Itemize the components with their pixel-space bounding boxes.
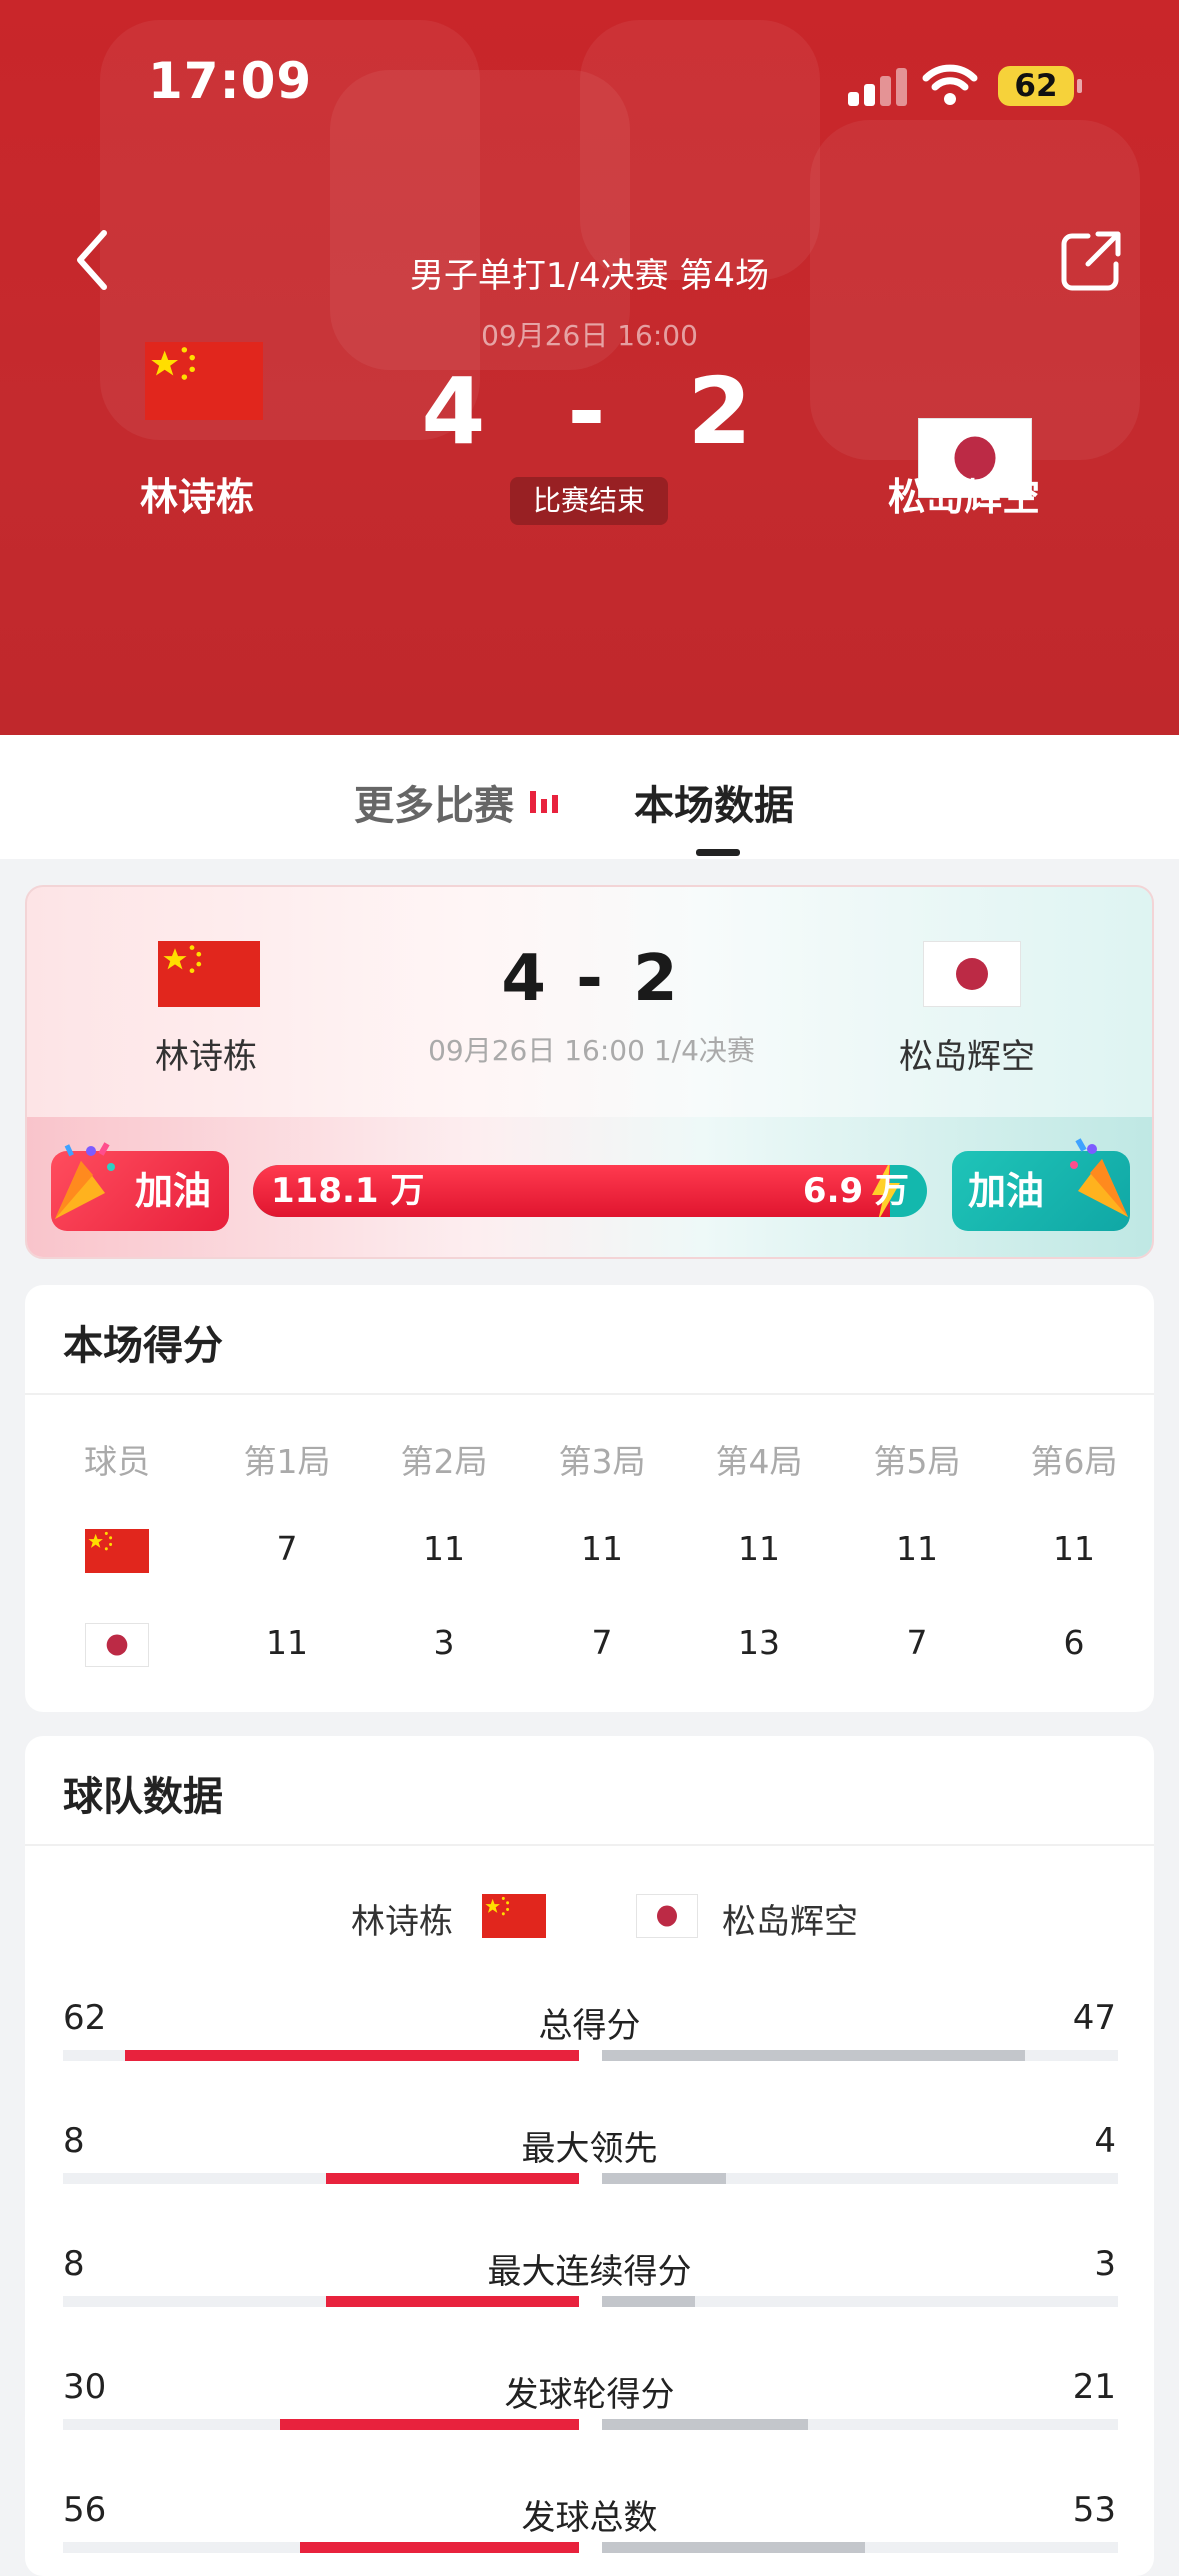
table-header: 第3局 [558,1442,646,1481]
match-header: 17:09 62 男子单打1/4决赛 第4场 09月26日 16:00 4 - … [0,0,1179,735]
stat-left-fill [300,2542,579,2553]
stat-right-fill [602,2050,1026,2061]
stat-left-track [63,2419,579,2430]
wifi-icon [922,64,978,105]
stat-left-track [63,2542,579,2553]
match-summary-card: 林诗栋 松岛辉空 4 - 2 09月26日 16:00 1/4决赛 加油 118… [25,885,1154,1259]
cheer-left-label: 加油 [135,1169,212,1213]
table-header: 第4局 [715,1442,803,1481]
stat-row: 30 发球轮得分 21 [25,2367,1154,2457]
stat-left-track [63,2173,579,2184]
stat-row: 56 发球总数 53 [25,2490,1154,2576]
stat-label: 最大领先 [521,2129,658,2169]
table-header: 第1局 [243,1442,331,1481]
stat-row: 62 总得分 47 [25,1998,1154,2088]
divider [25,1844,1154,1846]
cheer-right-label: 加油 [968,1169,1045,1213]
score-right: 2 [687,358,758,465]
bar-chart-icon [530,791,558,813]
legend-player-right: 松岛辉空 [722,1902,858,1942]
table-cell: 7 [906,1623,928,1662]
score-separator: - [567,358,612,465]
tab-match-data[interactable]: 本场数据 [634,773,794,831]
divider [25,1393,1154,1395]
match-status-badge: 比赛结束 [510,477,668,525]
tab-bar: 更多比赛 本场数据 [0,735,1179,859]
fan-support-bar: 加油 118.1 万 6.9 万 加油 [27,1117,1152,1257]
stat-right-track [602,2050,1118,2061]
table-cell: 6 [1063,1623,1085,1662]
player-name-left[interactable]: 林诗栋 [140,466,254,521]
summary-match-info: 09月26日 16:00 1/4决赛 [428,1034,755,1067]
stat-right-fill [602,2296,695,2307]
stat-left-fill [326,2173,579,2184]
tab-more-matches[interactable]: 更多比赛 [354,773,514,831]
cheer-left-button[interactable]: 加油 [51,1142,229,1231]
support-ratio-bar: 118.1 万 6.9 万 [253,1165,927,1217]
active-tab-indicator [696,849,740,856]
team-stats-card: 球队数据 林诗栋 松岛辉空 62 总得分 47 8 最大领先 4 8 最大连续得分 3 30 发球轮… [25,1736,1154,2576]
table-cell: 7 [276,1529,298,1568]
table-cell: 11 [266,1623,308,1662]
table-cell: 11 [738,1529,780,1568]
header-decoration [580,20,820,280]
table-header: 第5局 [873,1442,961,1481]
stat-right-value: 3 [1094,2244,1116,2284]
stat-right-fill [602,2173,726,2184]
legend-player-left: 林诗栋 [351,1902,453,1942]
status-time: 17:09 [148,52,313,110]
party-popper-icon [55,1142,115,1219]
stat-right-track [602,2419,1118,2430]
table-cell: 7 [591,1623,613,1662]
stat-right-value: 21 [1072,2367,1116,2407]
stat-left-track [63,2050,579,2061]
support-right-count: 6.9 万 [802,1171,909,1211]
china-flag-icon [145,342,263,420]
stat-label: 总得分 [538,2006,641,2046]
table-cell: 11 [1053,1529,1095,1568]
game-scores-title: 本场得分 [63,1323,223,1369]
table-cell: 11 [423,1529,465,1568]
stat-left-fill [326,2296,579,2307]
table-header: 第2局 [400,1442,488,1481]
stat-row: 8 最大领先 4 [25,2121,1154,2211]
stat-right-fill [602,2542,866,2553]
table-cell: 11 [581,1529,623,1568]
stat-right-value: 47 [1072,1998,1116,2038]
battery-indicator: 62 [998,66,1082,106]
stat-label: 发球总数 [521,2498,658,2538]
tab-more-matches-label: 更多比赛 [354,783,514,829]
game-scores-card: 本场得分 球员 第1局 第2局 第3局 第4局 第5局 第6局 7 11 11 … [25,1285,1154,1712]
table-header: 第6局 [1030,1442,1118,1481]
team-stats-title: 球队数据 [63,1774,223,1820]
match-title: 男子单打1/4决赛 第4场 [409,256,770,296]
stat-left-fill [279,2419,579,2430]
stat-right-value: 53 [1072,2490,1116,2530]
stat-left-fill [124,2050,579,2061]
china-flag-icon [482,1894,546,1938]
stat-right-track [602,2173,1118,2184]
table-cell: 3 [433,1623,455,1662]
cheer-right-button[interactable]: 加油 [952,1138,1130,1231]
cellular-signal-icon [848,66,908,106]
stat-label: 最大连续得分 [487,2252,692,2292]
stat-row: 8 最大连续得分 3 [25,2244,1154,2334]
support-left-count: 118.1 万 [271,1171,425,1211]
japan-flag-icon [636,1894,698,1938]
stat-label: 发球轮得分 [504,2375,675,2415]
table-cell: 13 [738,1623,780,1662]
stat-right-fill [602,2419,809,2430]
table-cell: 11 [896,1529,938,1568]
table-header: 球员 [84,1442,150,1481]
japan-flag-icon [85,1623,149,1667]
stat-right-track [602,2542,1118,2553]
stat-left-track [63,2296,579,2307]
summary-score: 4 - 2 [501,942,682,1016]
stat-right-value: 4 [1094,2121,1116,2161]
player-name-right[interactable]: 松岛辉空 [888,466,1040,521]
china-flag-icon [85,1529,149,1573]
party-popper-icon [1070,1138,1128,1217]
score-left: 4 [421,358,492,465]
stat-right-track [602,2296,1118,2307]
